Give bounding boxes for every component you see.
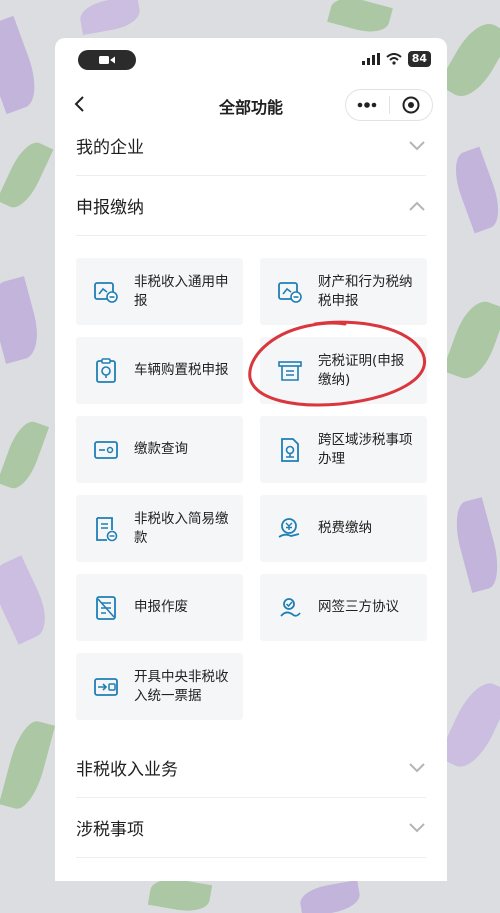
section-title: 申报缴纳: [76, 198, 144, 218]
card-label: 网签三方协议: [318, 599, 399, 615]
nontax-simple-pay-icon: [92, 515, 120, 543]
section-title: 非税收入业务: [76, 760, 178, 780]
tax-certificate-icon: [276, 357, 304, 385]
section-title: 我的企业: [76, 138, 144, 158]
declare-void-icon: [92, 594, 120, 622]
video-camera-icon: [99, 56, 115, 64]
more-dots-icon: [357, 102, 377, 108]
cross-region-icon: [276, 436, 304, 464]
section-declare-pay[interactable]: 申报缴纳: [76, 176, 426, 236]
card-label: 税费缴纳: [318, 520, 372, 536]
card-central-nontax-bill[interactable]: 开具中央非税收入统一票据: [76, 653, 243, 720]
target-circle-icon: [402, 96, 420, 114]
property-tax-icon: [276, 278, 304, 306]
card-label: 财产和行为税纳税申报: [318, 273, 413, 309]
card-vehicle-purchase-tax[interactable]: 车辆购置税申报: [76, 337, 243, 404]
card-tax-certificate[interactable]: 完税证明(申报缴纳): [260, 337, 427, 404]
signal-icon: [361, 53, 380, 65]
phone-screen: 84 全部功能 我的企业 申报缴纳 非税收入通用申报 财产和行为税纳税申报 车辆…: [55, 38, 447, 881]
card-payment-query[interactable]: 缴款查询: [76, 416, 243, 483]
card-tripartite-agreement[interactable]: 网签三方协议: [260, 574, 427, 641]
card-property-behavior-tax[interactable]: 财产和行为税纳税申报: [260, 258, 427, 325]
section-tax-matters[interactable]: 涉税事项: [76, 798, 426, 858]
close-miniapp-button[interactable]: [390, 96, 433, 114]
central-bill-icon: [92, 673, 120, 701]
card-label: 完税证明(申报缴纳): [318, 352, 405, 388]
nontax-declare-icon: [92, 278, 120, 306]
card-label: 申报作废: [134, 599, 188, 615]
more-button[interactable]: [346, 102, 389, 108]
status-bar: 84: [55, 38, 447, 82]
tax-payment-icon: [276, 515, 304, 543]
chevron-down-icon: [408, 819, 426, 837]
chevron-up-icon: [408, 197, 426, 215]
payment-query-icon: [92, 436, 120, 464]
card-tax-payment[interactable]: 税费缴纳: [260, 495, 427, 562]
card-label: 缴款查询: [134, 441, 188, 457]
card-label: 车辆购置税申报: [134, 362, 229, 378]
card-label: 非税收入通用申报: [134, 273, 229, 309]
section-my-enterprise[interactable]: 我的企业: [76, 116, 426, 176]
card-nontax-simple-pay[interactable]: 非税收入简易缴款: [76, 495, 243, 562]
section-title: 涉税事项: [76, 820, 144, 840]
camera-indicator: [78, 50, 136, 70]
card-label: 跨区域涉税事项办理: [318, 431, 413, 467]
vehicle-tax-icon: [92, 357, 120, 385]
chevron-down-icon: [408, 759, 426, 777]
card-cross-region-tax[interactable]: 跨区域涉税事项办理: [260, 416, 427, 483]
card-label: 非税收入简易缴款: [134, 510, 229, 546]
card-label: 开具中央非税收入统一票据: [134, 668, 229, 704]
chevron-down-icon: [408, 137, 426, 155]
tripartite-agreement-icon: [276, 594, 304, 622]
card-nontax-general-declare[interactable]: 非税收入通用申报: [76, 258, 243, 325]
wifi-icon: [386, 53, 402, 65]
status-icons: 84: [361, 51, 431, 67]
battery-level: 84: [407, 51, 431, 67]
card-declare-void[interactable]: 申报作废: [76, 574, 243, 641]
section-nontax-business[interactable]: 非税收入业务: [76, 738, 426, 798]
